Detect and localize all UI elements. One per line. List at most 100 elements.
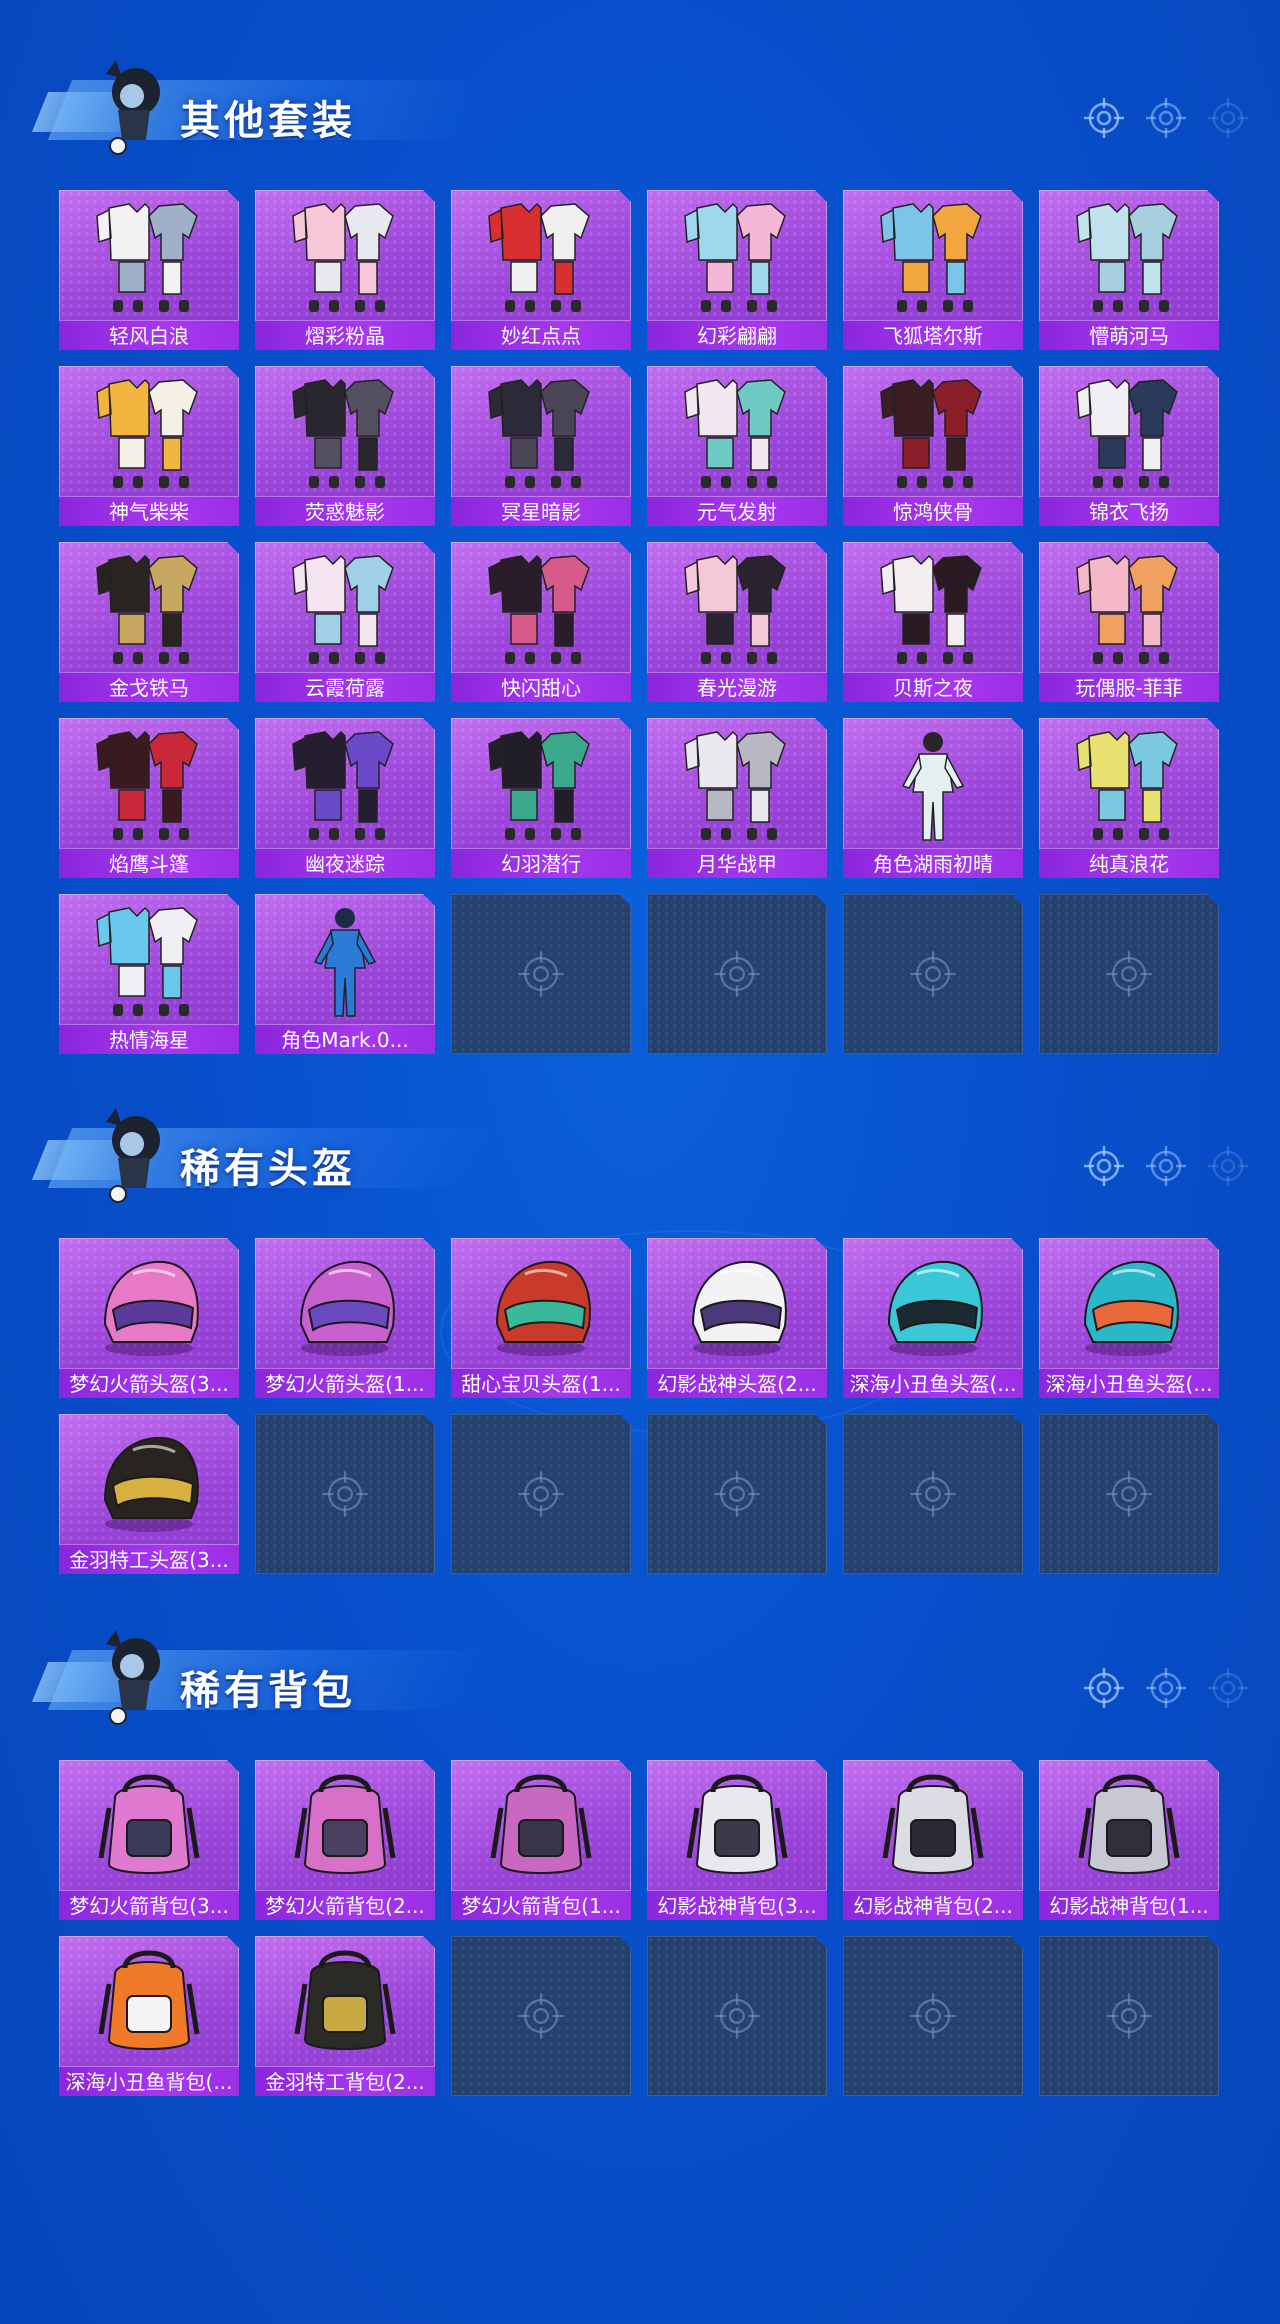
outfit-icon <box>1076 730 1178 840</box>
crosshair-icon <box>1106 1471 1152 1517</box>
helmet-icon <box>299 1260 395 1356</box>
item-name: 梦幻火箭背包(1... <box>451 1890 631 1920</box>
mascot-icon <box>106 1630 160 1725</box>
item-card[interactable]: 月华战甲 <box>647 718 827 878</box>
item-card[interactable]: 快闪甜心 <box>451 542 631 702</box>
item-card[interactable]: 妙红点点 <box>451 190 631 350</box>
item-card[interactable]: 元气发射 <box>647 366 827 526</box>
item-name: 妙红点点 <box>451 320 631 350</box>
item-name: 快闪甜心 <box>451 672 631 702</box>
item-card[interactable]: 纯真浪花 <box>1039 718 1219 878</box>
helmet-icon <box>103 1436 199 1532</box>
item-card[interactable]: 锦衣飞扬 <box>1039 366 1219 526</box>
item-card[interactable]: 贝斯之夜 <box>843 542 1023 702</box>
item-name: 梦幻火箭背包(3... <box>59 1890 239 1920</box>
item-card[interactable]: 角色Mark.0... <box>255 894 435 1054</box>
item-card[interactable]: 幻影战神背包(1... <box>1039 1760 1219 1920</box>
item-card[interactable]: 幻影战神头盔(2... <box>647 1238 827 1398</box>
item-card[interactable]: 深海小丑鱼头盔(... <box>1039 1238 1219 1398</box>
item-name: 神气柴柴 <box>59 496 239 526</box>
item-card[interactable]: 幻彩翩翩 <box>647 190 827 350</box>
outfit-icon <box>1076 554 1178 664</box>
section-header: 其他套装 <box>30 50 1250 160</box>
item-name: 金戈铁马 <box>59 672 239 702</box>
backpack-icon <box>294 1774 396 1874</box>
item-name: 甜心宝贝头盔(1... <box>451 1368 631 1398</box>
item-card[interactable]: 云霞荷露 <box>255 542 435 702</box>
item-card[interactable]: 深海小丑鱼背包(... <box>59 1936 239 2096</box>
crosshair-icon <box>1146 1668 1186 1708</box>
item-card[interactable]: 春光漫游 <box>647 542 827 702</box>
item-card[interactable]: 荧惑魅影 <box>255 366 435 526</box>
outfit-icon <box>292 554 394 664</box>
mascot-icon <box>106 1108 160 1203</box>
item-card[interactable]: 深海小丑鱼头盔(... <box>843 1238 1023 1398</box>
item-card[interactable]: 幻羽潜行 <box>451 718 631 878</box>
item-name: 金羽特工背包(2... <box>255 2066 435 2096</box>
item-card[interactable]: 幻影战神背包(3... <box>647 1760 827 1920</box>
outfit-icon <box>96 378 198 488</box>
outfit-icon <box>488 554 590 664</box>
section-header: 稀有头盔 <box>30 1098 1250 1208</box>
item-name: 幻彩翩翩 <box>647 320 827 350</box>
item-card[interactable]: 焰鹰斗篷 <box>59 718 239 878</box>
item-name: 荧惑魅影 <box>255 496 435 526</box>
item-name: 玩偶服-菲菲 <box>1039 672 1219 702</box>
section-title: 其他套装 <box>180 98 356 144</box>
item-card[interactable]: 冥星暗影 <box>451 366 631 526</box>
item-card[interactable]: 懵萌河马 <box>1039 190 1219 350</box>
item-name: 飞狐塔尔斯 <box>843 320 1023 350</box>
item-name: 云霞荷露 <box>255 672 435 702</box>
item-name: 深海小丑鱼头盔(... <box>843 1368 1023 1398</box>
item-card[interactable]: 飞狐塔尔斯 <box>843 190 1023 350</box>
item-name: 幻羽潜行 <box>451 848 631 878</box>
item-card[interactable]: 梦幻火箭头盔(3... <box>59 1238 239 1398</box>
item-card[interactable]: 梦幻火箭背包(2... <box>255 1760 435 1920</box>
item-card[interactable]: 梦幻火箭头盔(1... <box>255 1238 435 1398</box>
item-card[interactable]: 玩偶服-菲菲 <box>1039 542 1219 702</box>
crosshair-icon <box>714 951 760 997</box>
item-card[interactable]: 金羽特工背包(2... <box>255 1936 435 2096</box>
backpack-icon <box>882 1774 984 1874</box>
crosshair-icon <box>714 1471 760 1517</box>
mascot-icon <box>106 60 160 155</box>
crosshair-icon <box>714 1993 760 2039</box>
outfit-icon <box>488 378 590 488</box>
item-card[interactable]: 热情海星 <box>59 894 239 1054</box>
item-card[interactable]: 角色湖雨初晴 <box>843 718 1023 878</box>
crosshair-icon <box>518 1993 564 2039</box>
empty-slot <box>843 1936 1023 2096</box>
crosshair-icon <box>1106 951 1152 997</box>
empty-slot <box>451 894 631 1054</box>
item-name: 纯真浪花 <box>1039 848 1219 878</box>
backpack-icon <box>98 1774 200 1874</box>
helmet-icon <box>1083 1260 1179 1356</box>
empty-slot <box>451 1414 631 1574</box>
item-name: 懵萌河马 <box>1039 320 1219 350</box>
crosshair-icon <box>1146 98 1186 138</box>
item-card[interactable]: 轻风白浪 <box>59 190 239 350</box>
item-grid: 梦幻火箭头盔(3... 梦幻火箭头盔(1... 甜心宝贝头盔(1... 幻影战神头盔(… <box>59 1238 1219 1574</box>
item-card[interactable]: 金戈铁马 <box>59 542 239 702</box>
figure-icon <box>313 908 377 1017</box>
item-card[interactable]: 金羽特工头盔(3... <box>59 1414 239 1574</box>
item-card[interactable]: 梦幻火箭背包(3... <box>59 1760 239 1920</box>
item-name: 锦衣飞扬 <box>1039 496 1219 526</box>
item-card[interactable]: 神气柴柴 <box>59 366 239 526</box>
item-card[interactable]: 幻影战神背包(2... <box>843 1760 1023 1920</box>
outfit-icon <box>96 730 198 840</box>
item-grid: 梦幻火箭背包(3... 梦幻火箭背包(2... 梦幻火箭背包(1... 幻影战神背包(… <box>59 1760 1219 2096</box>
item-name: 幻影战神背包(3... <box>647 1890 827 1920</box>
section-title: 稀有背包 <box>180 1668 356 1714</box>
outfit-icon <box>292 202 394 312</box>
item-name: 轻风白浪 <box>59 320 239 350</box>
item-card[interactable]: 梦幻火箭背包(1... <box>451 1760 631 1920</box>
empty-slot <box>843 894 1023 1054</box>
item-card[interactable]: 惊鸿侠骨 <box>843 366 1023 526</box>
item-card[interactable]: 熠彩粉晶 <box>255 190 435 350</box>
item-name: 冥星暗影 <box>451 496 631 526</box>
crosshair-icon <box>1208 98 1248 138</box>
item-name: 深海小丑鱼背包(... <box>59 2066 239 2096</box>
item-card[interactable]: 幽夜迷踪 <box>255 718 435 878</box>
item-card[interactable]: 甜心宝贝头盔(1... <box>451 1238 631 1398</box>
